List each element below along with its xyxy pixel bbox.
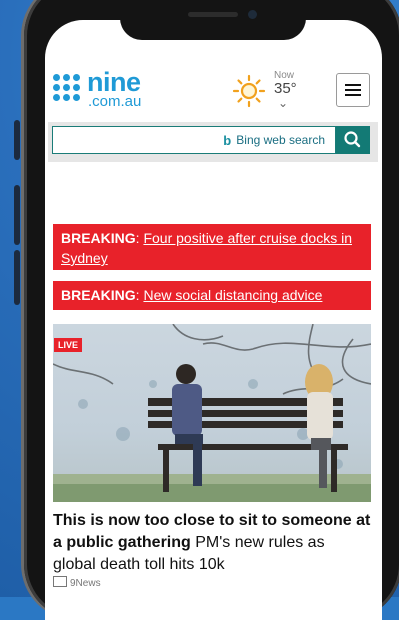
menu-button[interactable] (336, 73, 370, 107)
sun-icon (232, 74, 266, 108)
chevron-down-icon[interactable]: ⌄ (278, 96, 288, 110)
phone-notch (120, 0, 306, 40)
search-input[interactable]: b Bing web search (52, 126, 336, 154)
speaker-grille (188, 12, 238, 17)
weather-temperature: 35° (274, 80, 297, 97)
breaking-tag: BREAKING (61, 287, 136, 303)
phone-side-button (14, 120, 20, 160)
breaking-headline-link[interactable]: New social distancing advice (143, 287, 322, 303)
logo-domain: .com.au (88, 93, 142, 110)
search-placeholder: b Bing web search (223, 133, 325, 148)
article-photo[interactable] (53, 324, 371, 502)
nine-logo[interactable]: nine .com.au (53, 67, 163, 110)
breaking-banner[interactable]: BREAKING: Four positive after cruise doc… (53, 224, 371, 270)
article-headline[interactable]: This is now too close to sit to someone … (53, 510, 371, 576)
breaking-tag: BREAKING (61, 230, 136, 246)
phone-side-button (14, 185, 20, 245)
logo-dots-icon (53, 74, 83, 104)
camera-icon (248, 10, 257, 19)
search-icon (344, 131, 361, 148)
bing-logo-icon: b (223, 133, 232, 148)
search-bar: b Bing web search (48, 122, 378, 162)
phone-side-button (14, 250, 20, 305)
breaking-banner[interactable]: BREAKING: New social distancing advice (53, 281, 371, 310)
article-source: 9News (53, 576, 101, 589)
live-badge: LIVE (54, 338, 83, 352)
video-icon (53, 576, 67, 587)
search-button[interactable] (336, 126, 370, 154)
